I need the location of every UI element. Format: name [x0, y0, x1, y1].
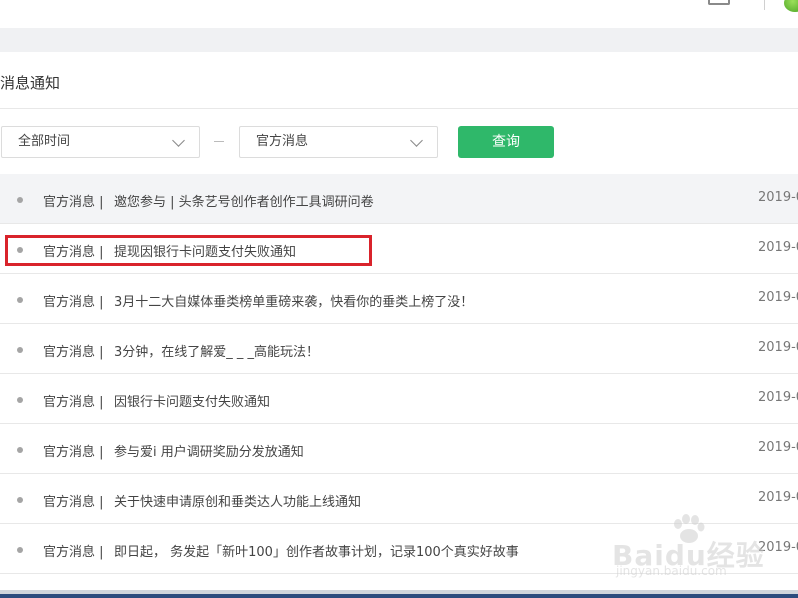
message-date: 2019-0: [758, 290, 798, 305]
bullet-icon: [17, 547, 23, 553]
chevron-down-icon: [410, 134, 423, 147]
bullet-icon: [17, 297, 23, 303]
message-title[interactable]: 3月十二大自媒体垂类榜单重磅来袭，快看你的垂类上榜了没！: [114, 291, 473, 310]
list-item[interactable]: 官方消息 | 3分钟，在线了解爱_ _ _高能玩法！ 2019-0: [0, 324, 798, 374]
filter-separator: [214, 141, 224, 142]
message-category: 官方消息 |: [43, 345, 104, 360]
watermark: Baidu经验 jingyan.baidu.com: [612, 514, 764, 584]
chevron-down-icon: [172, 134, 185, 147]
top-bar: [0, 0, 798, 28]
bullet-icon: [17, 497, 23, 503]
list-item[interactable]: 官方消息 | 邀您参与 | 头条艺号创作者创作工具调研问卷 2019-0: [0, 174, 798, 224]
message-title[interactable]: 即日起， 务发起「新叶100」创作者故事计划，记录100个真实好故事: [114, 541, 519, 560]
bullet-icon: [17, 397, 23, 403]
message-title[interactable]: 3分钟，在线了解爱_ _ _高能玩法！: [114, 341, 319, 360]
taskbar-edge: [0, 594, 798, 598]
message-title[interactable]: 关于快速申请原创和垂类达人功能上线通知: [114, 491, 361, 510]
message-date: 2019-0: [758, 490, 798, 505]
message-date: 2019-0: [758, 390, 798, 405]
watermark-url: jingyan.baidu.com: [616, 564, 727, 578]
message-date: 2019-0: [758, 190, 798, 205]
list-item[interactable]: 官方消息 | 参与爱i 用户调研奖励分发放通知 2019-0: [0, 424, 798, 474]
bullet-icon: [17, 197, 23, 203]
message-category: 官方消息 |: [43, 495, 104, 510]
divider: [0, 108, 798, 109]
bullet-icon: [17, 347, 23, 353]
bullet-icon: [17, 447, 23, 453]
message-title[interactable]: 邀您参与 | 头条艺号创作者创作工具调研问卷: [114, 191, 374, 210]
list-item[interactable]: 官方消息 | 因银行卡问题支付失败通知 2019-0: [0, 374, 798, 424]
time-filter-select[interactable]: 全部时间: [1, 126, 200, 158]
highlight-box: [5, 235, 372, 266]
message-category: 官方消息 |: [43, 445, 104, 460]
page-title: 消息通知: [0, 74, 61, 92]
message-category: 官方消息 |: [43, 195, 104, 210]
message-category: 官方消息 |: [43, 295, 104, 310]
message-date: 2019-0: [758, 340, 798, 355]
message-date: 2019-0: [758, 440, 798, 455]
top-divider: [764, 0, 765, 10]
avatar[interactable]: [784, 0, 798, 12]
time-filter-value: 全部时间: [18, 134, 71, 149]
type-filter-value: 官方消息: [256, 134, 309, 149]
type-filter-select[interactable]: 官方消息: [239, 126, 438, 158]
message-icon[interactable]: [708, 0, 730, 5]
message-title[interactable]: 因银行卡问题支付失败通知: [114, 391, 270, 410]
list-item[interactable]: 官方消息 | 3月十二大自媒体垂类榜单重磅来袭，快看你的垂类上榜了没！ 2019…: [0, 274, 798, 324]
message-title[interactable]: 参与爱i 用户调研奖励分发放通知: [114, 441, 304, 460]
message-date: 2019-0: [758, 240, 798, 255]
message-category: 官方消息 |: [43, 395, 104, 410]
query-button[interactable]: 查询: [458, 126, 554, 158]
message-category: 官方消息 |: [43, 545, 104, 560]
